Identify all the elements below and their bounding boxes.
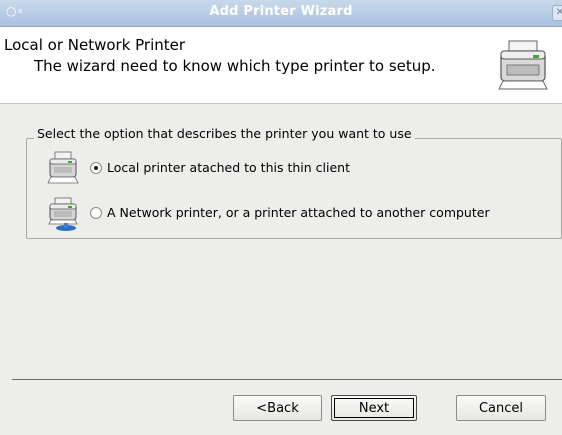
printer-type-group [26,138,562,239]
group-legend: Select the option that describes the pri… [34,126,415,141]
title-bar: ○∘ Add Printer Wizard ✕ [0,0,562,27]
wizard-header: Local or Network Printer The wizard need… [0,27,562,103]
back-button[interactable]: <Back [233,395,322,421]
local-printer-icon [47,151,79,184]
local-printer-radio[interactable] [90,162,102,174]
network-printer-icon [48,197,78,231]
network-printer-label[interactable]: A Network printer, or a printer attached… [107,205,490,220]
header-divider [0,103,562,104]
bottom-divider [12,379,562,380]
header-title: Local or Network Printer [4,36,186,54]
network-printer-radio[interactable] [90,207,102,219]
header-description: The wizard need to know which type print… [34,57,436,75]
close-icon[interactable]: ✕ [552,5,562,21]
printer-icon [498,40,548,90]
cancel-button[interactable]: Cancel [456,395,546,421]
local-printer-label[interactable]: Local printer atached to this thin clien… [107,160,350,175]
window-title: Add Printer Wizard [209,4,353,19]
next-button[interactable]: Next [331,395,417,421]
radio-selected-dot [94,166,98,170]
